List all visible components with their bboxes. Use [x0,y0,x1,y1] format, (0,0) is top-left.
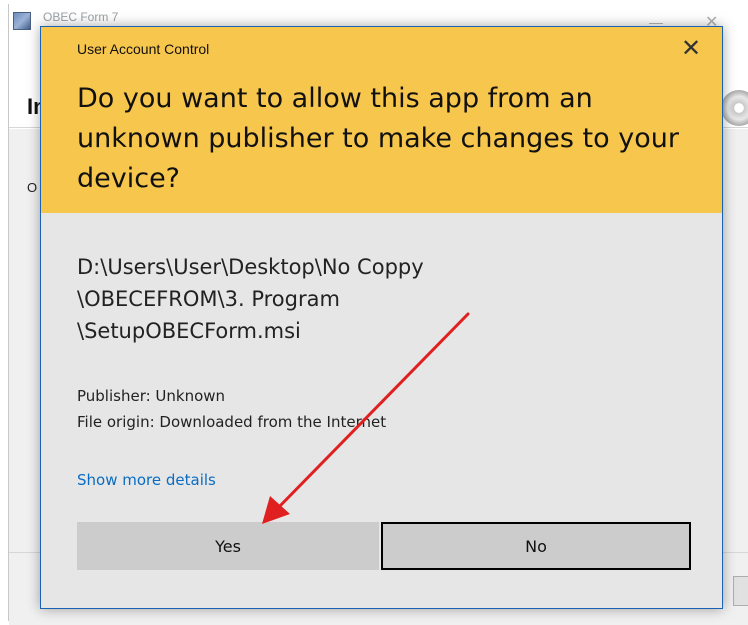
yes-button[interactable]: Yes [77,522,379,570]
program-path: D:\Users\User\Desktop\No Coppy \OBECEFRO… [77,251,637,347]
file-origin-text: File origin: Downloaded from the Interne… [77,413,387,431]
installer-app-icon [13,12,31,30]
program-path-line: \SetupOBECForm.msi [77,319,301,343]
no-button[interactable]: No [381,522,691,570]
show-more-details-link[interactable]: Show more details [77,471,216,489]
publisher-text: Publisher: Unknown [77,387,226,405]
background-body-text: O [27,180,38,195]
program-path-line: \OBECEFROM\3. Program [77,287,340,311]
uac-dialog: User Account Control ✕ Do you want to al… [40,26,723,609]
close-icon[interactable]: ✕ [673,33,709,65]
background-footer-button[interactable] [733,576,748,606]
program-path-line: D:\Users\User\Desktop\No Coppy [77,255,424,279]
uac-question: Do you want to allow this app from an un… [77,83,679,194]
uac-caption: User Account Control [77,41,210,57]
uac-header: User Account Control ✕ Do you want to al… [41,27,722,213]
program-metadata: Publisher: Unknown File origin: Download… [77,383,386,435]
background-window-title: OBEC Form 7 [43,10,119,24]
